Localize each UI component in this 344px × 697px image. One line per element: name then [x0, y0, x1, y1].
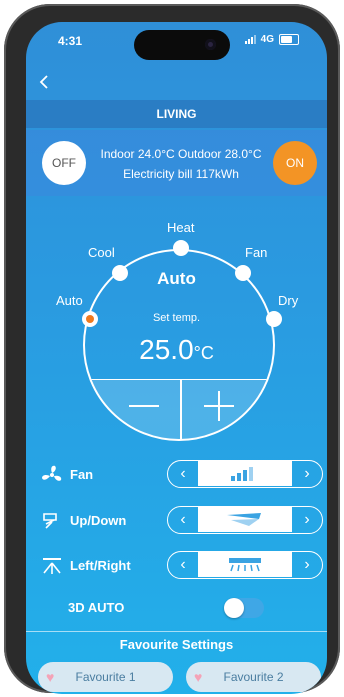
status-time: 4:31	[58, 34, 83, 48]
decrease-temp-button[interactable]	[86, 378, 180, 438]
favourite-2-label: Favourite 2	[223, 670, 284, 684]
dynamic-island	[134, 30, 230, 60]
louver-position-icon	[229, 558, 261, 572]
leftright-position-display	[199, 552, 291, 577]
fan-decrease-button[interactable]: ‹	[168, 461, 199, 486]
chevron-left-icon	[39, 75, 48, 89]
updown-increase-button[interactable]: ›	[291, 507, 322, 532]
fan-control: ‹ ›	[167, 460, 323, 488]
toggle-knob	[224, 598, 244, 618]
current-mode: Auto	[157, 269, 196, 288]
app-screen: 4:31 4G LIVING OFF Indoor 24.0°C Outdoor…	[26, 22, 327, 694]
temp-unit: °C	[193, 343, 214, 363]
leftright-increase-button[interactable]: ›	[291, 552, 322, 577]
leftright-row: Left/Right ‹ ›	[26, 551, 327, 581]
temp-number: 25.0	[139, 334, 194, 365]
fan-level-display	[199, 461, 291, 486]
favourite-2-button[interactable]: ♥ Favourite 2	[186, 662, 321, 692]
back-button[interactable]	[34, 72, 54, 92]
camera-icon	[205, 39, 216, 50]
plus-icon-vertical	[218, 391, 220, 421]
mode-label-cool: Cool	[88, 245, 115, 260]
signal-icon	[244, 35, 256, 44]
fan-level-icon	[231, 467, 253, 481]
increase-temp-button[interactable]	[182, 378, 274, 438]
updown-decrease-button[interactable]: ‹	[168, 507, 199, 532]
power-on-button[interactable]: ON	[273, 141, 317, 185]
phone-frame: 4:31 4G LIVING OFF Indoor 24.0°C Outdoor…	[4, 4, 340, 694]
minus-icon	[129, 405, 159, 407]
temperature-readout: Indoor 24.0°C Outdoor 28.0°C	[100, 147, 262, 161]
favourite-1-label: Favourite 1	[75, 670, 136, 684]
mode-label-fan: Fan	[245, 245, 268, 260]
updown-row: Up/Down ‹ ›	[26, 506, 327, 536]
fan-label: Fan	[70, 467, 94, 482]
auto3d-label: 3D AUTO	[68, 600, 125, 615]
mode-label-auto: Auto	[56, 293, 83, 308]
leftright-label: Left/Right	[70, 558, 131, 573]
set-temp-label: Set temp.	[152, 312, 201, 324]
updown-label: Up/Down	[70, 513, 127, 528]
mode-label-heat: Heat	[167, 220, 195, 235]
divider	[26, 631, 327, 632]
info-bar: OFF Indoor 24.0°C Outdoor 28.0°C Electri…	[26, 130, 327, 196]
vertical-swing-icon	[43, 513, 57, 529]
battery-icon	[279, 34, 299, 45]
leftright-decrease-button[interactable]: ‹	[168, 552, 199, 577]
leftright-control: ‹ ›	[167, 551, 323, 579]
fan-row: Fan ‹ ›	[26, 460, 327, 490]
fan-increase-button[interactable]: ›	[291, 461, 322, 486]
electricity-readout: Electricity bill 117kWh	[123, 167, 239, 181]
horizontal-swing-icon	[43, 558, 61, 574]
room-title: LIVING	[26, 100, 327, 128]
network-label: 4G	[260, 34, 274, 45]
mode-dot-heat[interactable]	[173, 240, 189, 256]
status-right: 4G	[244, 34, 299, 45]
favourite-1-button[interactable]: ♥ Favourite 1	[38, 662, 173, 692]
updown-position-display	[199, 507, 291, 532]
fan-icon	[42, 465, 62, 481]
set-temp-value: 25.0°C	[26, 334, 327, 366]
favourites-title: Favourite Settings	[119, 637, 234, 652]
auto3d-toggle[interactable]	[224, 598, 264, 618]
vane-position-icon	[227, 513, 261, 526]
mode-label-dry: Dry	[278, 293, 299, 308]
updown-control: ‹ ›	[167, 506, 323, 534]
power-off-button[interactable]: OFF	[42, 141, 86, 185]
